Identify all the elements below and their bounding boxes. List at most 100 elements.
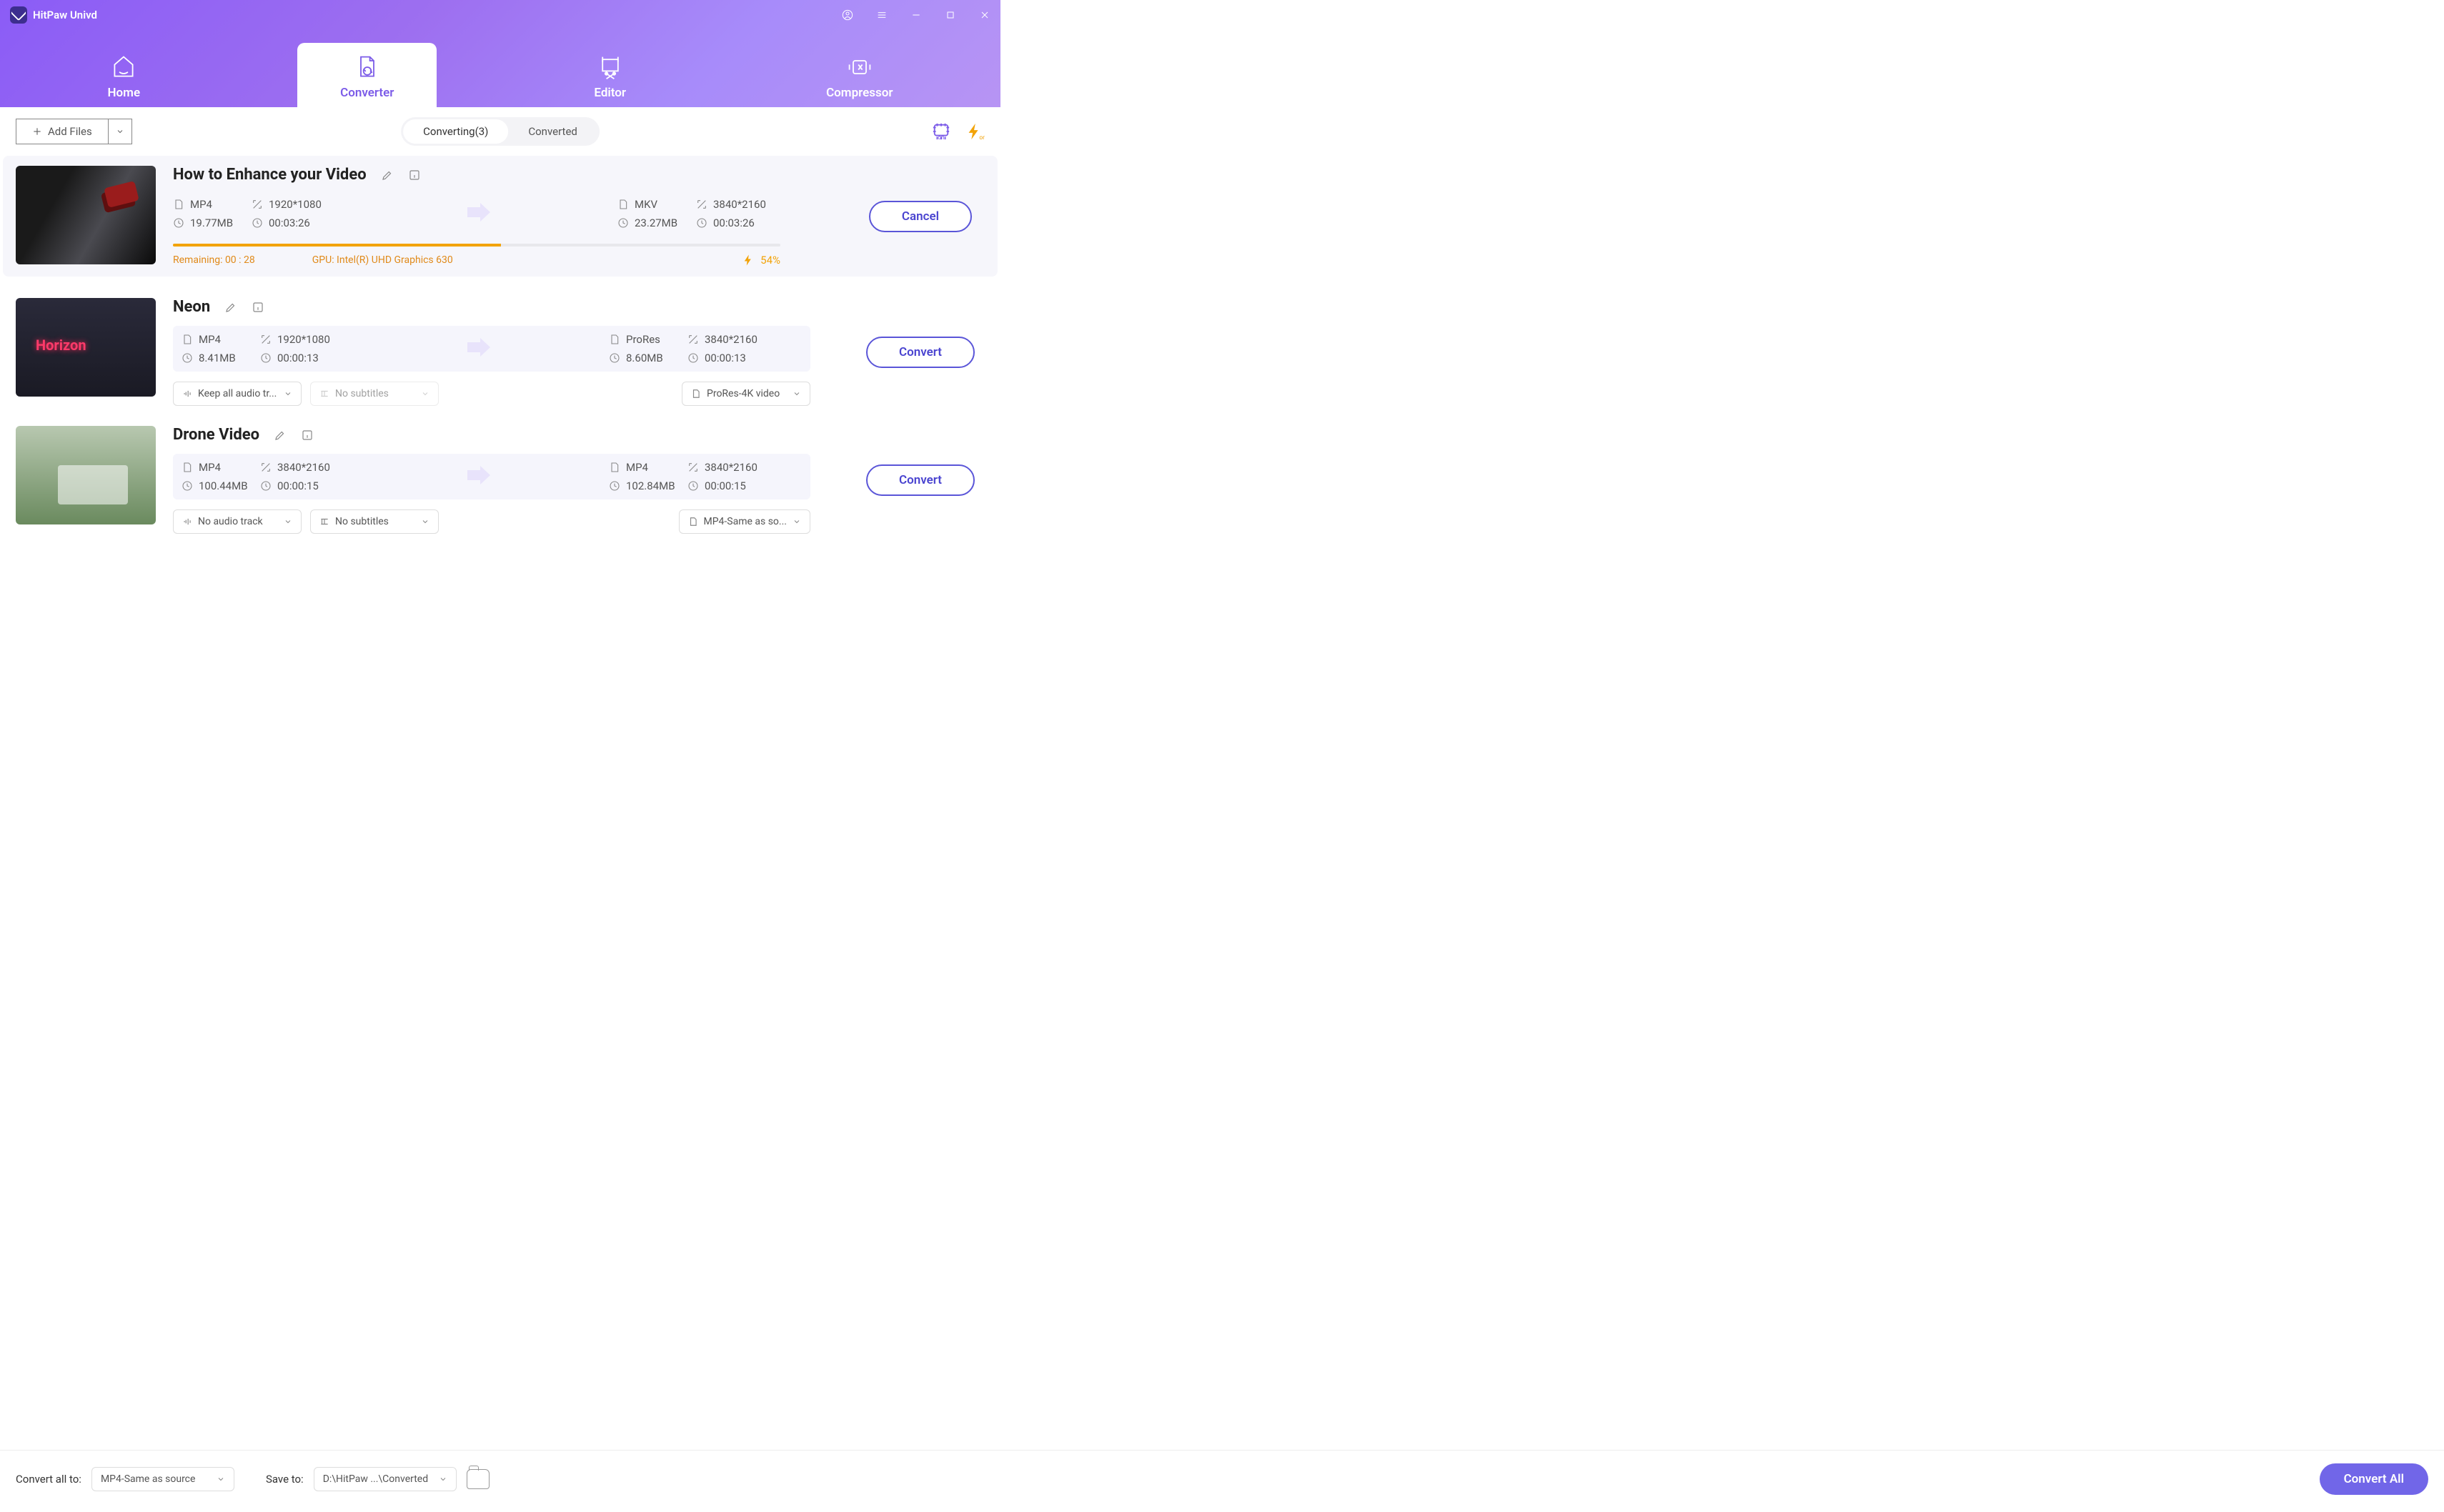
dst-duration: 00:00:15 [687, 479, 802, 492]
src-size: 8.41MB [182, 352, 260, 364]
plus-icon [32, 126, 42, 136]
progress-info: Remaining: 00 : 28 GPU: Intel(R) UHD Gra… [173, 254, 780, 267]
converter-icon [354, 54, 380, 80]
sub-tab-converting[interactable]: Converting(3) [403, 119, 508, 144]
edit-icon[interactable] [274, 429, 287, 442]
add-files-dropdown[interactable] [109, 119, 132, 144]
dst-format: MKV [617, 198, 696, 211]
close-icon[interactable] [979, 9, 990, 21]
src-duration: 00:03:26 [252, 217, 366, 229]
toolbar-right: on on [930, 122, 985, 141]
file-icon [688, 517, 698, 527]
subtitle-select[interactable]: No subtitles [310, 382, 439, 406]
chevron-down-icon [421, 517, 429, 526]
nav-editor-label: Editor [594, 86, 626, 100]
audio-select[interactable]: Keep all audio tr... [173, 382, 302, 406]
audio-icon [182, 389, 192, 399]
src-size: 100.44MB [182, 479, 260, 492]
toolbar: Add Files Converting(3) Converted on on [0, 107, 1000, 156]
selects-row: Keep all audio tr... No subtitles ProRes… [173, 382, 810, 406]
convert-button[interactable]: Convert [866, 337, 975, 368]
items-list: How to Enhance your Video MP4 1920*1080 … [0, 156, 1000, 541]
src-resolution: 3840*2160 [260, 461, 374, 474]
src-format: MP4 [173, 198, 252, 211]
file-icon [691, 389, 701, 399]
info-icon[interactable] [252, 301, 264, 314]
item-body: Neon MP4 1920*1080 8.41MB 00:00:13 ProRe… [173, 298, 810, 406]
video-thumbnail[interactable] [16, 426, 156, 524]
video-thumbnail[interactable] [16, 166, 156, 264]
chevron-down-icon [421, 389, 429, 398]
nav-home[interactable]: Home [65, 43, 184, 107]
edit-icon[interactable] [224, 301, 237, 314]
item-title: Drone Video [173, 426, 259, 444]
open-folder-button[interactable] [467, 1469, 490, 1489]
dst-resolution: 3840*2160 [696, 198, 810, 211]
progress-bar [173, 244, 780, 247]
chevron-down-icon [116, 127, 124, 136]
item-row: How to Enhance your Video MP4 1920*1080 … [3, 156, 998, 277]
maximize-icon[interactable] [945, 9, 956, 21]
app-logo: HitPaw Univd [10, 6, 97, 24]
action-col: Cancel [856, 166, 985, 267]
account-icon[interactable] [842, 9, 853, 21]
nav-compressor[interactable]: Compressor [783, 43, 935, 107]
menu-icon[interactable] [876, 9, 888, 21]
footer: Convert all to: MP4-Same as source Save … [0, 1450, 2444, 1512]
dst-size: 102.84MB [609, 479, 687, 492]
src-format: MP4 [182, 461, 260, 474]
action-col: Convert [856, 298, 985, 406]
info-icon[interactable] [301, 429, 314, 442]
chevron-down-icon [793, 517, 801, 526]
src-duration: 00:00:15 [260, 479, 374, 492]
sub-tabs: Converting(3) Converted [401, 117, 600, 146]
convert-all-button[interactable]: Convert All [2320, 1463, 2428, 1495]
dst-resolution: 3840*2160 [687, 333, 802, 346]
add-files-label: Add Files [48, 125, 92, 138]
progress-fill [173, 244, 501, 247]
main-nav: Home Converter Editor Compressor [0, 30, 1000, 107]
nav-converter[interactable]: Converter [297, 43, 437, 107]
nav-compressor-label: Compressor [826, 86, 893, 100]
minimize-icon[interactable] [910, 9, 922, 21]
edit-icon[interactable] [381, 169, 394, 181]
convert-button[interactable]: Convert [866, 464, 975, 496]
add-files-button[interactable]: Add Files [16, 119, 109, 144]
svg-text:on: on [979, 134, 985, 141]
output-select[interactable]: ProRes-4K video [682, 382, 810, 406]
subtitle-icon [319, 389, 329, 399]
dst-duration: 00:00:13 [687, 352, 802, 364]
header: HitPaw Univd Home Converter Editor Compr… [0, 0, 1000, 107]
item-row: Drone Video MP4 3840*2160 100.44MB 00:00… [16, 413, 985, 541]
nav-editor[interactable]: Editor [551, 43, 669, 107]
dst-specs: MP4 3840*2160 102.84MB 00:00:15 [609, 461, 802, 492]
bolt-icon [742, 254, 755, 267]
video-thumbnail[interactable] [16, 298, 156, 397]
hardware-accel-icon[interactable]: on [930, 122, 952, 141]
cancel-button[interactable]: Cancel [869, 201, 972, 232]
chevron-down-icon [284, 517, 292, 526]
save-to-select[interactable]: D:\HitPaw ...\Converted [314, 1467, 457, 1491]
subtitle-icon [319, 517, 329, 527]
src-resolution: 1920*1080 [252, 198, 366, 211]
home-icon [111, 54, 136, 80]
audio-icon [182, 517, 192, 527]
src-size: 19.77MB [173, 217, 252, 229]
output-select[interactable]: MP4-Same as so... [679, 509, 811, 534]
gpu-label: GPU: Intel(R) UHD Graphics 630 [312, 254, 453, 266]
subtitle-select[interactable]: No subtitles [310, 509, 439, 534]
item-title-row: Drone Video [173, 426, 810, 444]
item-body: How to Enhance your Video MP4 1920*1080 … [173, 166, 810, 267]
lightning-icon[interactable]: on [963, 122, 985, 141]
sub-tab-converted[interactable]: Converted [508, 119, 597, 144]
nav-home-label: Home [108, 86, 141, 100]
info-icon[interactable] [408, 169, 421, 181]
item-title: How to Enhance your Video [173, 166, 367, 184]
convert-all-to-select[interactable]: MP4-Same as source [91, 1467, 234, 1491]
chevron-down-icon [439, 1475, 447, 1483]
arrow-icon [465, 337, 493, 361]
nav-converter-label: Converter [340, 86, 394, 100]
audio-select[interactable]: No audio track [173, 509, 302, 534]
arrow-icon [465, 464, 493, 489]
chevron-down-icon [217, 1475, 225, 1483]
